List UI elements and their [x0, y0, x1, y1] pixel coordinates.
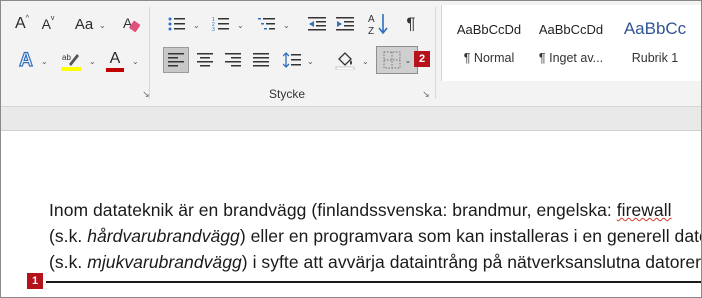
change-case-button[interactable]: Aa: [71, 13, 97, 35]
grow-font-button[interactable]: A ^: [13, 13, 31, 35]
bullets-button[interactable]: [167, 13, 187, 35]
chevron-down-icon[interactable]: ⌄: [193, 21, 200, 30]
sort-icon: A Z: [368, 14, 388, 36]
shading-button[interactable]: [333, 47, 357, 73]
annotation-badge: 1: [27, 273, 43, 289]
eraser-icon: A: [123, 15, 141, 32]
chevron-down-icon[interactable]: ⌄: [132, 57, 139, 66]
ribbon: A ^ Av Aa ⌄ A A ⌄ ab ⌄ A ⌄ ↘ ⌄ 1 2 3 ⌄ ⌄…: [1, 1, 701, 107]
align-right-icon: [225, 53, 241, 67]
chevron-down-icon[interactable]: ⌄: [41, 57, 48, 66]
svg-text:3: 3: [212, 27, 215, 32]
borders-icon: [383, 51, 401, 69]
chevron-down-icon[interactable]: ⌄: [307, 57, 314, 66]
paint-bucket-icon: [335, 52, 355, 70]
chevron-down-icon[interactable]: ⌄: [89, 57, 96, 66]
justify-icon: [253, 53, 269, 67]
styles-gallery: AaBbCcDd ¶ Normal AaBbCcDd ¶ Inget av...…: [441, 5, 701, 81]
text-effects-button[interactable]: A: [15, 49, 37, 73]
shrink-font-button[interactable]: Av: [39, 13, 57, 35]
highlighter-icon: ab: [61, 53, 81, 71]
align-left-icon: [168, 53, 184, 67]
group-separator: [435, 7, 436, 99]
sort-button[interactable]: A Z: [367, 11, 389, 37]
highlight-color-button[interactable]: ab: [59, 49, 83, 73]
font-color-button[interactable]: A: [104, 49, 126, 73]
align-left-button[interactable]: [163, 47, 189, 73]
word-window: A ^ Av Aa ⌄ A A ⌄ ab ⌄ A ⌄ ↘ ⌄ 1 2 3 ⌄ ⌄…: [0, 0, 702, 298]
paragraph-bottom-border: [46, 281, 701, 283]
borders-button[interactable]: ⌄: [376, 46, 418, 74]
paragraph-dialog-launcher-icon[interactable]: ↘: [421, 89, 431, 99]
svg-text:A: A: [368, 14, 375, 25]
annotation-badge: 2: [414, 51, 430, 67]
style-normal[interactable]: AaBbCcDd ¶ Normal: [446, 5, 532, 81]
chevron-down-icon[interactable]: ⌄: [99, 21, 106, 30]
paragraph-line-2: (s.k. hårdvarubrandvägg) eller en progra…: [49, 226, 702, 246]
show-formatting-marks-button[interactable]: ¶: [401, 13, 421, 35]
line-spacing-icon: [283, 52, 301, 68]
chevron-down-icon: ⌄: [404, 55, 412, 65]
svg-text:Z: Z: [368, 26, 374, 36]
bullet-list-icon: [168, 17, 185, 31]
font-dialog-launcher-icon[interactable]: ↘: [141, 89, 151, 99]
font-color-swatch: [106, 67, 124, 72]
increase-indent-icon: [336, 17, 354, 31]
chevron-down-icon[interactable]: ⌄: [362, 57, 369, 66]
document-page[interactable]: Inom datateknik är en brandvägg (finland…: [1, 132, 702, 297]
ruler-area: [1, 107, 701, 131]
svg-text:ab: ab: [62, 53, 71, 62]
line-spacing-button[interactable]: [281, 47, 303, 73]
chevron-down-icon[interactable]: ⌄: [283, 21, 290, 30]
numbering-button[interactable]: 1 2 3: [211, 13, 231, 35]
clear-formatting-button[interactable]: A: [119, 13, 143, 35]
decrease-indent-icon: [308, 17, 326, 31]
style-no-spacing[interactable]: AaBbCcDd ¶ Inget av...: [528, 5, 614, 81]
align-center-button[interactable]: [194, 47, 216, 73]
paragraph-line-3: (s.k. mjukvarubrandvägg) i syfte att avv…: [49, 252, 702, 272]
increase-indent-button[interactable]: [335, 13, 355, 35]
chevron-down-icon[interactable]: ⌄: [237, 21, 244, 30]
misspelled-word: firewall: [616, 200, 672, 220]
align-center-icon: [197, 53, 213, 67]
paragraph-group-label: Stycke: [269, 87, 306, 101]
decrease-indent-button[interactable]: [307, 13, 327, 35]
align-right-button[interactable]: [222, 47, 244, 73]
numbered-list-icon: 1 2 3: [212, 17, 229, 32]
style-heading-1[interactable]: AaBbCc Rubrik 1: [612, 5, 698, 81]
group-separator: [149, 7, 150, 99]
justify-button[interactable]: [250, 47, 272, 73]
multilevel-list-button[interactable]: [257, 13, 277, 35]
multilevel-list-icon: [258, 18, 275, 30]
paragraph-line-1: Inom datateknik är en brandvägg (finland…: [49, 200, 672, 220]
